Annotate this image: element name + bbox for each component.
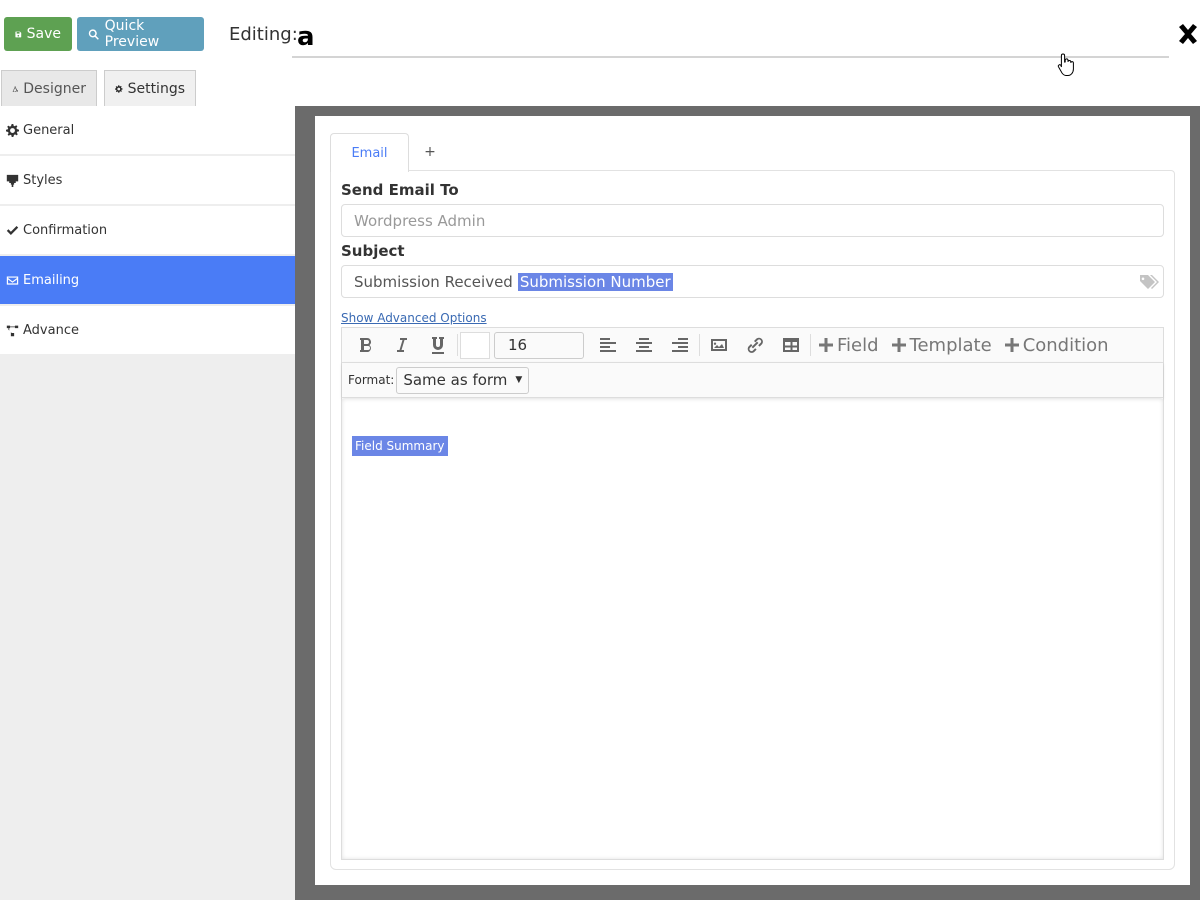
- sidebar-item-label: Confirmation: [23, 222, 108, 238]
- envelope-icon: [6, 275, 19, 285]
- align-left-icon: [600, 338, 616, 352]
- link-icon: [747, 337, 763, 353]
- subject-label: Subject: [341, 242, 405, 260]
- main-tabs: Designer Settings: [0, 70, 1200, 106]
- insert-link-button[interactable]: [737, 328, 773, 362]
- toolbar-divider: [810, 334, 811, 356]
- italic-icon: [397, 338, 407, 352]
- insert-condition-label: Condition: [1022, 334, 1109, 356]
- sitemap-icon: [6, 325, 19, 336]
- italic-button[interactable]: [384, 328, 420, 362]
- insert-field-button[interactable]: Field: [818, 335, 879, 356]
- align-center-button[interactable]: [626, 328, 662, 362]
- insert-template-label: Template: [909, 334, 992, 356]
- gear-icon: [115, 84, 123, 93]
- show-advanced-options-link[interactable]: Show Advanced Options: [341, 311, 487, 325]
- gear-icon: [6, 123, 19, 137]
- close-icon: [1179, 24, 1197, 44]
- caret-down-icon: ▼: [515, 375, 523, 385]
- align-right-button[interactable]: [662, 328, 698, 362]
- sidebar-item-general[interactable]: General: [0, 106, 295, 156]
- tab-designer-label: Designer: [23, 80, 86, 97]
- toolbar-divider: [699, 334, 700, 356]
- image-icon: [711, 339, 727, 351]
- underline-button[interactable]: [420, 328, 456, 362]
- floppy-disk-icon: [15, 31, 22, 37]
- insert-condition-button[interactable]: Condition: [1004, 335, 1109, 356]
- sidebar-item-label: Styles: [23, 172, 63, 188]
- subject-text: Submission Received: [354, 272, 513, 291]
- format-toolbar: Format: Same as form ▼: [342, 363, 1163, 398]
- align-center-icon: [636, 338, 652, 352]
- search-icon: [88, 28, 99, 40]
- sidebar-item-label: Advance: [23, 322, 79, 338]
- insert-field-label: Field: [837, 334, 879, 356]
- paint-roller-icon: [6, 174, 19, 187]
- compass-drafting-icon: [12, 85, 19, 92]
- plus-icon: [1004, 338, 1019, 352]
- email-body-content[interactable]: Field Summary: [342, 399, 1163, 859]
- toolbar-divider: [457, 334, 458, 356]
- sidebar-item-advance[interactable]: Advance: [0, 306, 295, 356]
- email-settings-panel: Email + Send Email To Wordpress Admin Su…: [315, 116, 1190, 885]
- bold-icon: [360, 338, 371, 352]
- check-icon: [6, 225, 19, 235]
- save-button[interactable]: Save: [4, 17, 72, 51]
- table-icon: [783, 338, 799, 352]
- sidebar-item-label: Emailing: [23, 272, 80, 288]
- align-right-icon: [672, 338, 688, 352]
- close-button[interactable]: [1176, 20, 1200, 50]
- email-body-editor: 16 Field Template Condition Format: Same…: [341, 327, 1164, 860]
- tags-icon[interactable]: [1139, 274, 1161, 290]
- tab-designer[interactable]: Designer: [1, 70, 97, 106]
- font-size-input[interactable]: 16: [494, 331, 584, 359]
- field-summary-token[interactable]: Field Summary: [352, 436, 448, 456]
- plus-icon: [891, 338, 906, 352]
- quick-preview-button[interactable]: Quick Preview: [77, 17, 204, 51]
- insert-table-button[interactable]: [773, 328, 809, 362]
- add-email-tab-button[interactable]: +: [420, 133, 440, 171]
- insert-template-button[interactable]: Template: [891, 335, 992, 356]
- editor-toolbar: 16 Field Template Condition: [342, 328, 1163, 363]
- format-select[interactable]: Same as form ▼: [396, 366, 530, 394]
- editing-label: Editing:: [229, 24, 298, 45]
- tab-settings-label: Settings: [127, 80, 185, 97]
- align-left-button[interactable]: [590, 328, 626, 362]
- format-select-value: Same as form: [403, 371, 508, 389]
- sidebar-item-styles[interactable]: Styles: [0, 156, 295, 206]
- send-email-to-input[interactable]: Wordpress Admin: [341, 204, 1164, 237]
- subject-token-submission-number[interactable]: Submission Number: [517, 272, 673, 291]
- settings-sidebar: General Styles Confirmation Emailing Adv…: [0, 106, 295, 900]
- send-email-to-label: Send Email To: [341, 181, 459, 199]
- form-title-input[interactable]: [292, 18, 1169, 58]
- underline-icon: [432, 337, 444, 354]
- save-label: Save: [26, 26, 61, 42]
- sidebar-item-confirmation[interactable]: Confirmation: [0, 206, 295, 256]
- text-color-picker[interactable]: [460, 331, 490, 359]
- settings-main-area: Email + Send Email To Wordpress Admin Su…: [295, 106, 1200, 900]
- insert-image-button[interactable]: [701, 328, 737, 362]
- format-label: Format:: [348, 373, 395, 387]
- sidebar-item-label: General: [23, 122, 75, 138]
- tab-settings[interactable]: Settings: [104, 70, 196, 106]
- subject-input[interactable]: Submission Received Submission Number: [341, 265, 1164, 298]
- tab-email[interactable]: Email: [330, 133, 409, 172]
- quick-preview-label: Quick Preview: [104, 18, 160, 50]
- plus-icon: [819, 338, 833, 352]
- sidebar-item-emailing[interactable]: Emailing: [0, 256, 295, 306]
- bold-button[interactable]: [348, 328, 384, 362]
- top-bar: Save Quick Preview Editing:: [0, 0, 1200, 76]
- send-email-to-placeholder: Wordpress Admin: [354, 211, 486, 230]
- email-tab-content: Send Email To Wordpress Admin Subject Su…: [330, 170, 1175, 870]
